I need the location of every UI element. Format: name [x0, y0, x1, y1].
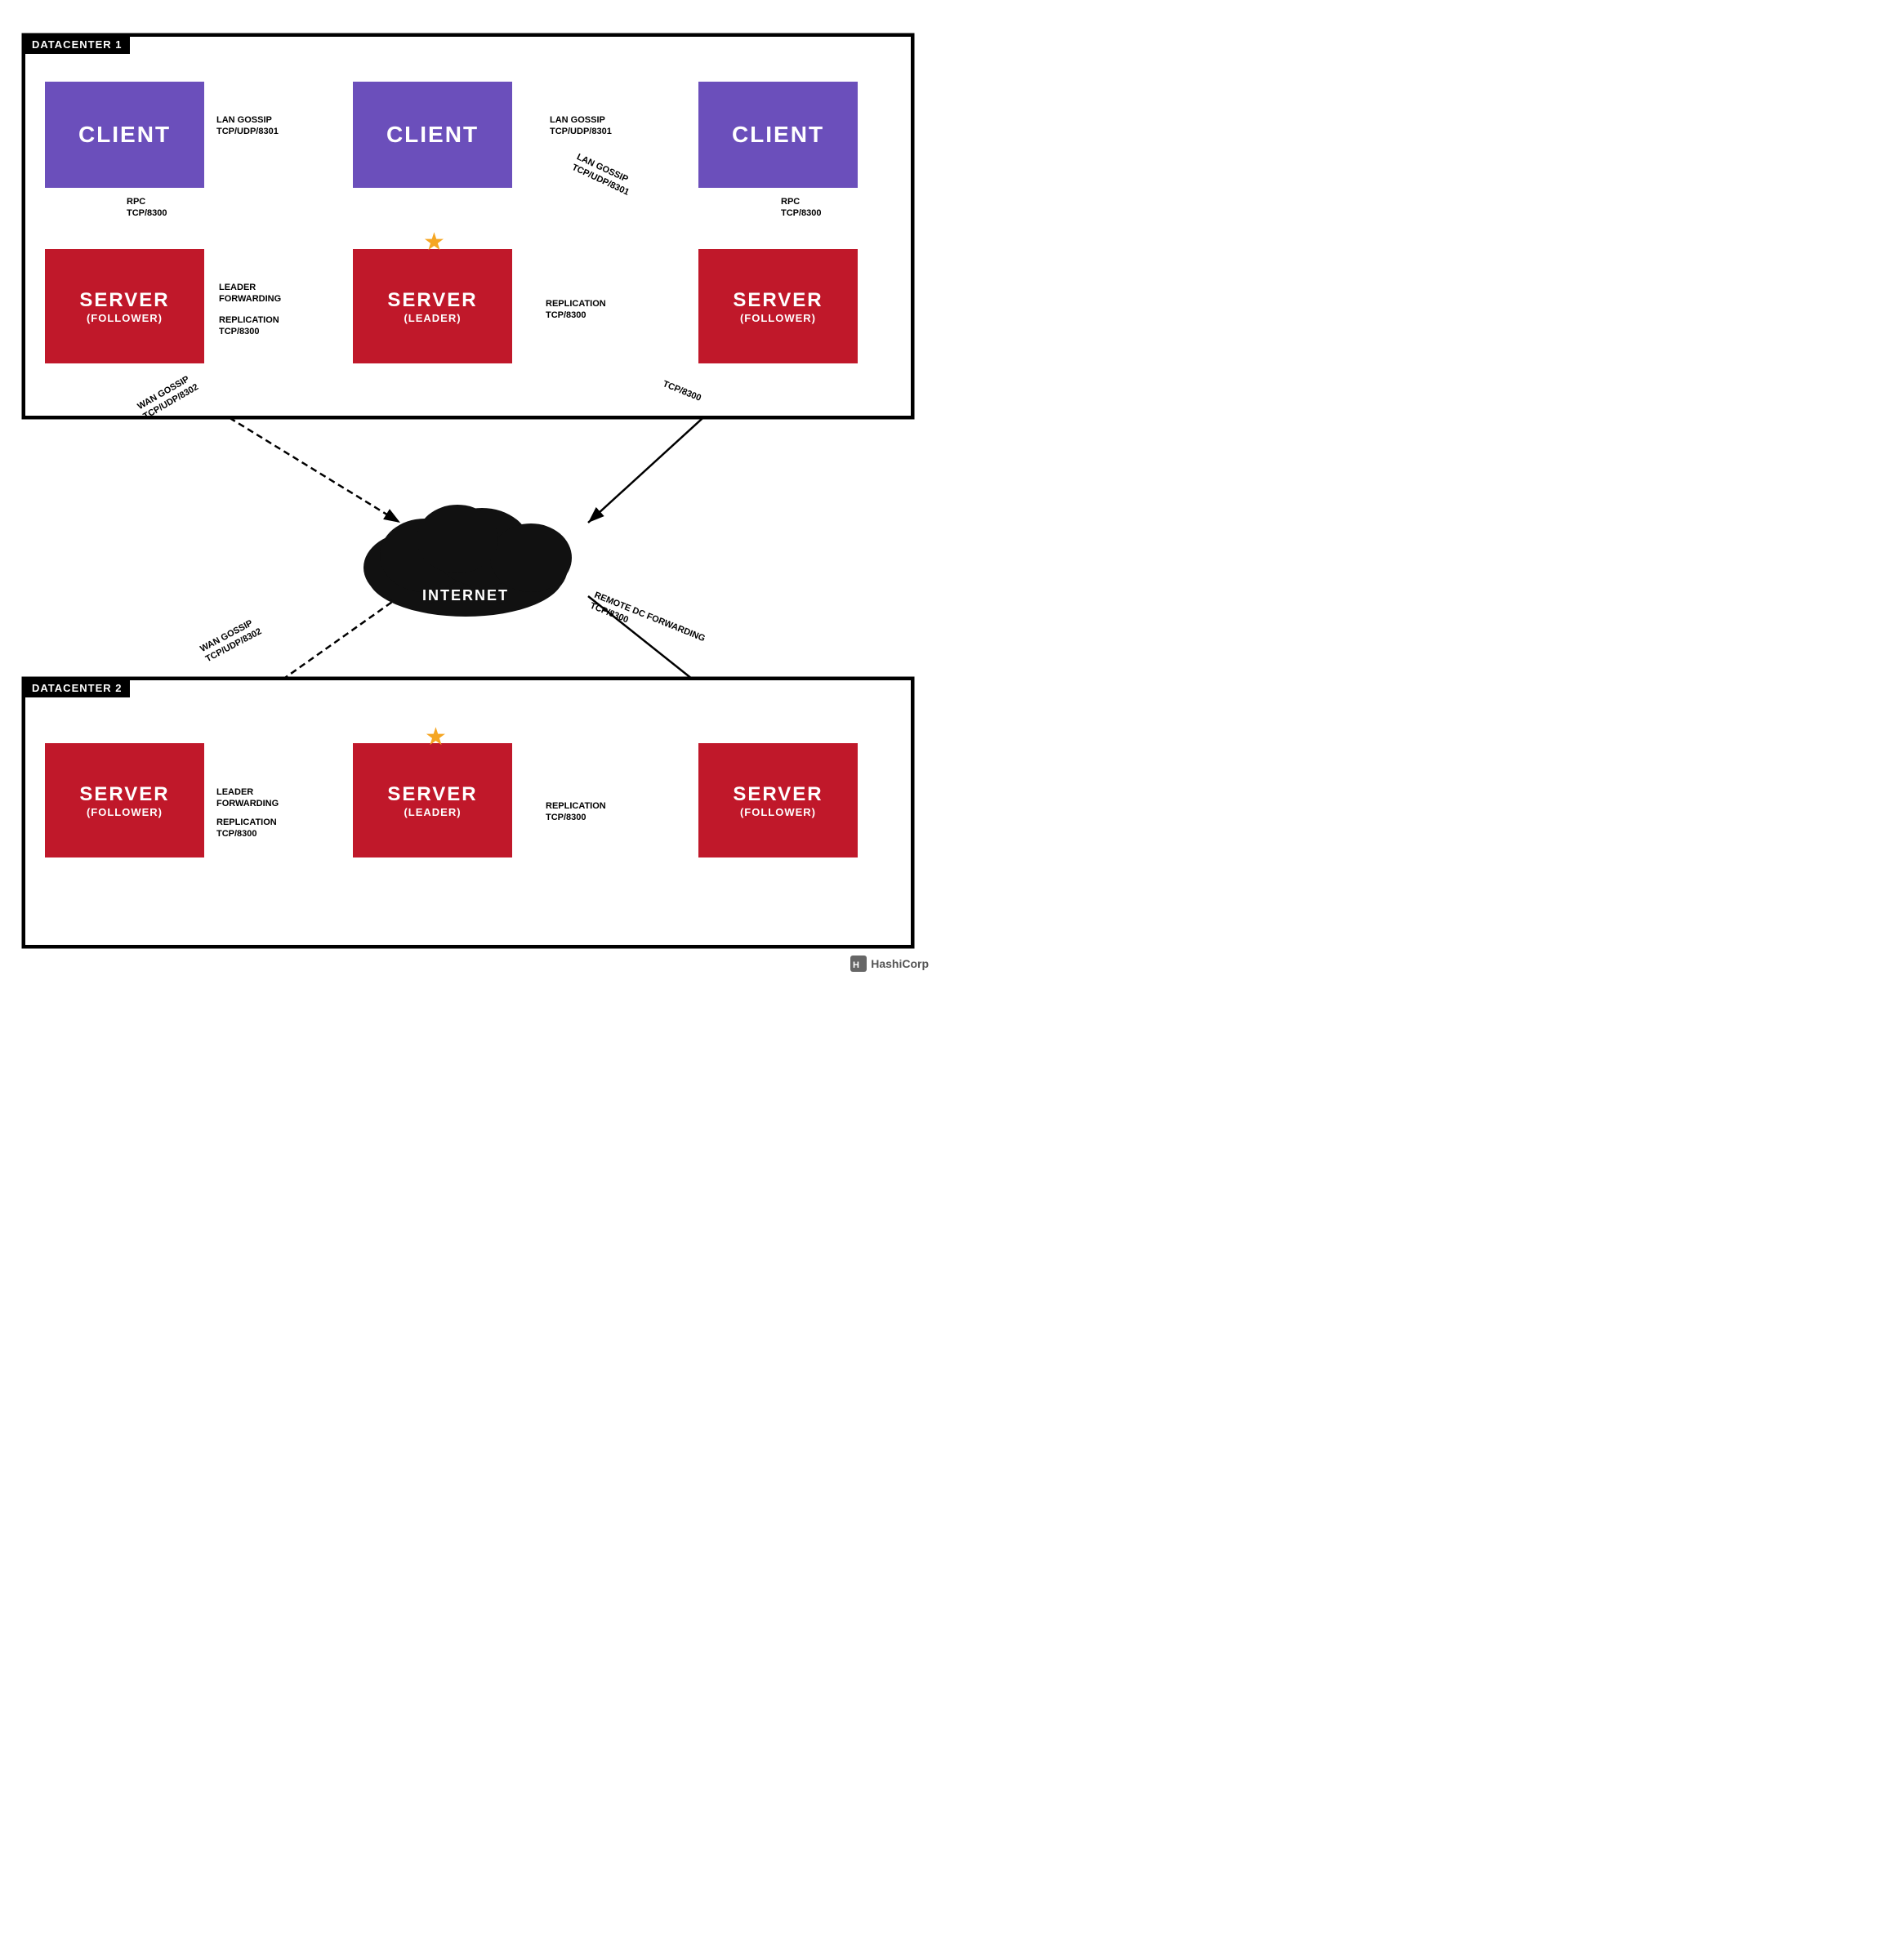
- leader-forwarding-label-2: LEADERFORWARDING: [216, 786, 279, 810]
- replication-label-3: REPLICATIONTCP/8300: [216, 817, 277, 840]
- rpc-label-2: RPCTCP/8300: [781, 196, 822, 220]
- internet-label: INTERNET: [422, 587, 509, 604]
- dc1-client1: CLIENT: [45, 82, 204, 188]
- replication-label-4: REPLICATIONTCP/8300: [546, 800, 606, 824]
- hashicorp-logo: H HashiCorp: [850, 956, 929, 972]
- dc2-server3: SERVER (FOLLOWER): [698, 743, 858, 858]
- dc1-server3: SERVER (FOLLOWER): [698, 249, 858, 363]
- replication-label-2: REPLICATIONTCP/8300: [546, 298, 606, 322]
- replication-label-1: REPLICATIONTCP/8300: [219, 314, 279, 338]
- dc1-client2: CLIENT: [353, 82, 512, 188]
- datacenter2-label: DATACENTER 2: [24, 679, 130, 697]
- remote-dc-forwarding-label: REMOTE DC FORWARDINGTCP/8300: [588, 590, 707, 656]
- wan-gossip-label-2: WAN GOSSIPTCP/UDP/8302: [198, 616, 264, 666]
- internet-cloud: INTERNET: [343, 486, 588, 621]
- rpc-label-1: RPCTCP/8300: [127, 196, 167, 220]
- dc2-leader-star: ★: [425, 725, 447, 750]
- dc1-client3: CLIENT: [698, 82, 858, 188]
- lan-gossip-label-2: LAN GOSSIPTCP/UDP/8301: [550, 114, 612, 138]
- lan-gossip-label-1: LAN GOSSIPTCP/UDP/8301: [216, 114, 279, 138]
- diagram-container: DATACENTER 1 CLIENT CLIENT CLIENT SERVER…: [0, 0, 945, 980]
- svg-text:H: H: [853, 960, 859, 970]
- leader-forwarding-label-1: LEADERFORWARDING: [219, 282, 281, 305]
- dc1-server2-leader: SERVER (LEADER): [353, 249, 512, 363]
- dc2-server1: SERVER (FOLLOWER): [45, 743, 204, 858]
- dc2-server2-leader: SERVER (LEADER): [353, 743, 512, 858]
- datacenter1-label: DATACENTER 1: [24, 35, 130, 54]
- dc1-leader-star: ★: [423, 230, 445, 255]
- dc1-server1: SERVER (FOLLOWER): [45, 249, 204, 363]
- hashicorp-icon: H: [850, 956, 867, 972]
